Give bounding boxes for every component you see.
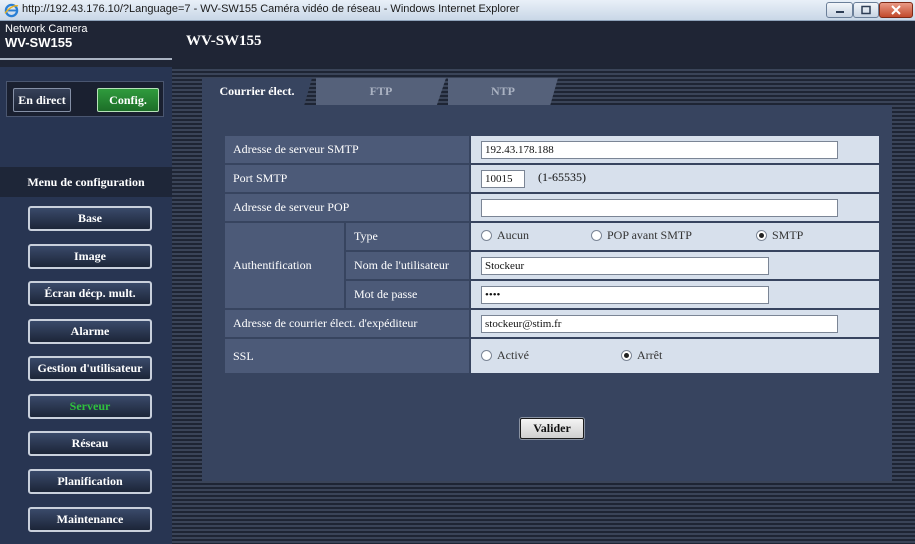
email-settings-form: Adresse de serveur SMTP 192.43.178.188 P… [223, 134, 881, 375]
pop-server-row: Adresse de serveur POP [223, 192, 881, 223]
tab-ntp[interactable]: NTP [448, 78, 558, 105]
brand-label: Network Camera [5, 23, 88, 35]
auth-type-row: Authentification Type Aucun POP avant SM… [223, 221, 881, 310]
menu-item-schedule[interactable]: Planification [28, 469, 152, 494]
menu-item-image[interactable]: Image [28, 244, 152, 269]
radio-icon [591, 230, 602, 241]
tab-email[interactable]: Courrier élect. [202, 78, 312, 105]
auth-radio-none[interactable]: Aucun [481, 228, 588, 243]
sender-input[interactable]: stockeur@stim.fr [481, 314, 838, 333]
radio-selected-icon [756, 230, 767, 241]
live-button[interactable]: En direct [13, 88, 71, 112]
pop-server-input[interactable] [481, 198, 838, 217]
auth-label: Authentification [223, 221, 346, 310]
header-divider [0, 58, 172, 60]
config-button[interactable]: Config. [97, 88, 159, 112]
menu-item-maintenance[interactable]: Maintenance [28, 507, 152, 532]
auth-radio-smtp[interactable]: SMTP [756, 228, 803, 243]
tab-ftp[interactable]: FTP [316, 78, 446, 105]
ie-icon [4, 3, 19, 18]
window-titlebar: http://192.43.176.10/?Language=7 - WV-SW… [0, 0, 915, 21]
auth-radio-pop-before-smtp[interactable]: POP avant SMTP [591, 228, 753, 243]
page-title: WV-SW155 [186, 33, 262, 49]
username-input[interactable]: Stockeur [481, 256, 769, 275]
maximize-button[interactable] [853, 2, 879, 18]
smtp-server-row: Adresse de serveur SMTP 192.43.178.188 [223, 134, 881, 165]
auth-type-label: Type [344, 221, 471, 252]
username-label: Nom de l'utilisateur [344, 250, 471, 281]
sidebar: En direct Config. Menu de configuration … [0, 67, 172, 544]
sender-row: Adresse de courrier élect. d'expéditeur … [223, 308, 881, 339]
maximize-icon [861, 5, 871, 15]
menu-item-alarm[interactable]: Alarme [28, 319, 152, 344]
sender-label: Adresse de courrier élect. d'expéditeur [223, 308, 471, 339]
menu-item-multi-screen[interactable]: Écran décp. mult. [28, 281, 152, 306]
smtp-server-input[interactable]: 192.43.178.188 [481, 140, 838, 159]
mode-bar: En direct Config. [6, 81, 164, 117]
smtp-port-hint: (1-65535) [538, 170, 586, 185]
brand-model: WV-SW155 [5, 35, 73, 50]
app-header: Network Camera WV-SW155 WV-SW155 [0, 21, 915, 67]
radio-selected-icon [621, 349, 632, 361]
close-button[interactable] [879, 2, 913, 18]
ssl-row: SSL Activé Arrêt [223, 337, 881, 375]
menu-item-base[interactable]: Base [28, 206, 152, 231]
submit-button[interactable]: Valider [520, 418, 584, 439]
menu-item-user-management[interactable]: Gestion d'utilisateur [28, 356, 152, 381]
ssl-label: SSL [223, 337, 471, 375]
ssl-radio-off[interactable]: Arrêt [621, 348, 662, 363]
radio-icon [481, 349, 492, 361]
password-input[interactable]: •••• [481, 285, 769, 304]
menu-title: Menu de configuration [0, 167, 172, 197]
close-icon [891, 5, 901, 15]
pop-server-label: Adresse de serveur POP [223, 192, 471, 223]
menu-item-server[interactable]: Serveur [28, 394, 152, 419]
main-content: Courrier élect. FTP NTP Adresse de serve… [172, 67, 915, 544]
minimize-icon [835, 11, 844, 13]
email-settings-panel: Adresse de serveur SMTP 192.43.178.188 P… [202, 105, 892, 481]
menu-item-network[interactable]: Réseau [28, 431, 152, 456]
password-label: Mot de passe [344, 279, 471, 310]
smtp-port-row: Port SMTP 10015 (1-65535) [223, 163, 881, 194]
ssl-radio-on[interactable]: Activé [481, 348, 618, 363]
smtp-port-input[interactable]: 10015 [481, 169, 525, 188]
smtp-server-label: Adresse de serveur SMTP [223, 134, 471, 165]
window-title: http://192.43.176.10/?Language=7 - WV-SW… [22, 3, 520, 15]
minimize-button[interactable] [826, 2, 853, 18]
smtp-port-label: Port SMTP [223, 163, 471, 194]
radio-icon [481, 230, 492, 241]
